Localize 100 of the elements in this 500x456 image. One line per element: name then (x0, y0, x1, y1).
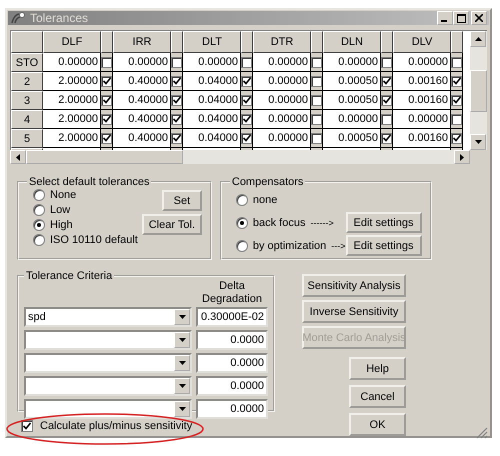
checkbox[interactable] (451, 76, 462, 86)
checkbox[interactable] (381, 114, 392, 124)
scrollbar-thumb[interactable] (470, 70, 487, 112)
column-header[interactable]: DLV (393, 31, 451, 53)
checkbox[interactable] (311, 132, 322, 144)
column-header[interactable]: DLT (183, 31, 241, 53)
table-cell[interactable]: 0.40000 (113, 129, 171, 148)
checkbox[interactable] (241, 76, 252, 86)
scroll-down-button[interactable] (470, 134, 486, 150)
row-header[interactable]: 2 (11, 72, 43, 91)
checkbox[interactable] (451, 114, 462, 124)
table-cell[interactable]: 0.00160 (393, 72, 451, 91)
edit-settings-button[interactable]: Edit settings (346, 212, 422, 233)
table-cell[interactable]: 0.04000 (183, 110, 241, 129)
row-header[interactable]: 4 (11, 110, 43, 129)
radio-button[interactable] (33, 234, 45, 246)
set-button[interactable]: Set (162, 190, 202, 211)
checkbox[interactable] (171, 76, 182, 86)
row-header[interactable]: STO (11, 53, 43, 72)
table-cell[interactable]: 0.00000 (393, 53, 451, 72)
checkbox[interactable] (451, 94, 462, 106)
table-cell[interactable]: 0.00000 (393, 110, 451, 129)
value-field[interactable]: 0.0000 (196, 330, 268, 350)
value-field[interactable]: 0.0000 (196, 399, 268, 419)
radio-label[interactable]: Low (50, 204, 70, 216)
value-field[interactable]: 0.0000 (196, 353, 268, 373)
table-cell[interactable]: 0.04000 (183, 129, 241, 148)
value-field[interactable]: 0.0000 (196, 376, 268, 396)
checkbox[interactable] (101, 76, 112, 86)
radio-button[interactable] (236, 216, 248, 228)
checkbox[interactable] (101, 132, 112, 144)
table-cell[interactable]: 2.00000 (43, 129, 101, 148)
checkbox[interactable] (311, 56, 322, 68)
radio-button[interactable] (33, 219, 45, 231)
minimize-button[interactable] (437, 11, 453, 25)
table-cell[interactable]: 0.00050 (323, 91, 381, 110)
vertical-scrollbar[interactable] (470, 30, 487, 150)
table-cell[interactable]: 0.00050 (323, 129, 381, 148)
table-cell[interactable]: 0.00000 (253, 91, 311, 110)
checkbox[interactable] (241, 114, 252, 124)
checkbox[interactable] (101, 94, 112, 106)
criterion-dropdown[interactable] (24, 330, 192, 350)
column-header[interactable]: DLN (323, 31, 381, 53)
criterion-dropdown[interactable] (24, 353, 192, 373)
column-header[interactable]: DLF (43, 31, 101, 53)
checkbox[interactable] (241, 56, 252, 68)
checkbox[interactable] (451, 132, 462, 144)
scroll-right-button[interactable] (454, 150, 470, 164)
table-cell[interactable]: 0.40000 (113, 110, 171, 129)
edit-settings-button[interactable]: Edit settings (346, 235, 422, 256)
scrollbar-thumb[interactable] (26, 150, 183, 164)
radio-button[interactable] (33, 204, 45, 216)
checkbox[interactable] (311, 114, 322, 124)
radio-button[interactable] (236, 194, 248, 206)
radio-label[interactable]: ISO 10110 default (50, 234, 138, 246)
clear-button[interactable]: Clear Tol. (142, 214, 202, 235)
scroll-up-button[interactable] (470, 31, 486, 47)
column-header[interactable]: DTR (253, 31, 311, 53)
row-header[interactable]: 3 (11, 91, 43, 110)
checkbox[interactable] (21, 420, 33, 432)
checkbox[interactable] (451, 56, 462, 68)
checkbox[interactable] (171, 94, 182, 106)
checkbox[interactable] (101, 56, 112, 68)
checkbox[interactable] (381, 76, 392, 86)
checkbox[interactable] (101, 114, 112, 124)
checkbox[interactable] (311, 94, 322, 106)
close-button[interactable] (471, 11, 487, 25)
value-field[interactable]: 0.30000E-02 (196, 307, 268, 327)
table-cell[interactable]: 2.00000 (43, 72, 101, 91)
checkbox[interactable] (241, 94, 252, 106)
table-cell[interactable]: 0.00050 (323, 72, 381, 91)
radio-label[interactable]: High (50, 219, 73, 231)
radio-label[interactable]: by optimization (252, 240, 326, 252)
checkbox[interactable] (171, 132, 182, 144)
criterion-dropdown[interactable] (24, 376, 192, 396)
table-cell[interactable]: 0.00160 (393, 91, 451, 110)
table-cell[interactable]: 2.00000 (43, 110, 101, 129)
table-cell[interactable]: 0.00000 (43, 53, 101, 72)
table-cell[interactable]: 0.00000 (323, 53, 381, 72)
row-header[interactable]: 5 (11, 129, 43, 148)
table-cell[interactable]: 0.04000 (183, 91, 241, 110)
table-cell[interactable]: 0.00000 (183, 53, 241, 72)
inverse-sensitivity-button[interactable]: Inverse Sensitivity (302, 300, 406, 323)
checkbox[interactable] (311, 76, 322, 86)
radio-label[interactable]: back focus (252, 216, 306, 228)
scroll-left-button[interactable] (10, 150, 26, 164)
radio-label[interactable]: None (50, 189, 76, 201)
checkbox[interactable] (171, 56, 182, 68)
radio-button[interactable] (236, 240, 248, 252)
table-cell[interactable]: 0.00000 (253, 129, 311, 148)
table-cell[interactable]: 0.40000 (113, 72, 171, 91)
table-cell[interactable]: 2.00000 (43, 91, 101, 110)
checkbox[interactable] (381, 94, 392, 106)
cancel-button[interactable]: Cancel (349, 385, 406, 408)
checkbox[interactable] (381, 132, 392, 144)
checkbox[interactable] (241, 132, 252, 144)
criterion-dropdown[interactable] (24, 399, 192, 419)
table-cell[interactable]: 0.04000 (183, 72, 241, 91)
horizontal-scrollbar[interactable] (10, 150, 470, 164)
table-cell[interactable]: 0.00000 (253, 110, 311, 129)
